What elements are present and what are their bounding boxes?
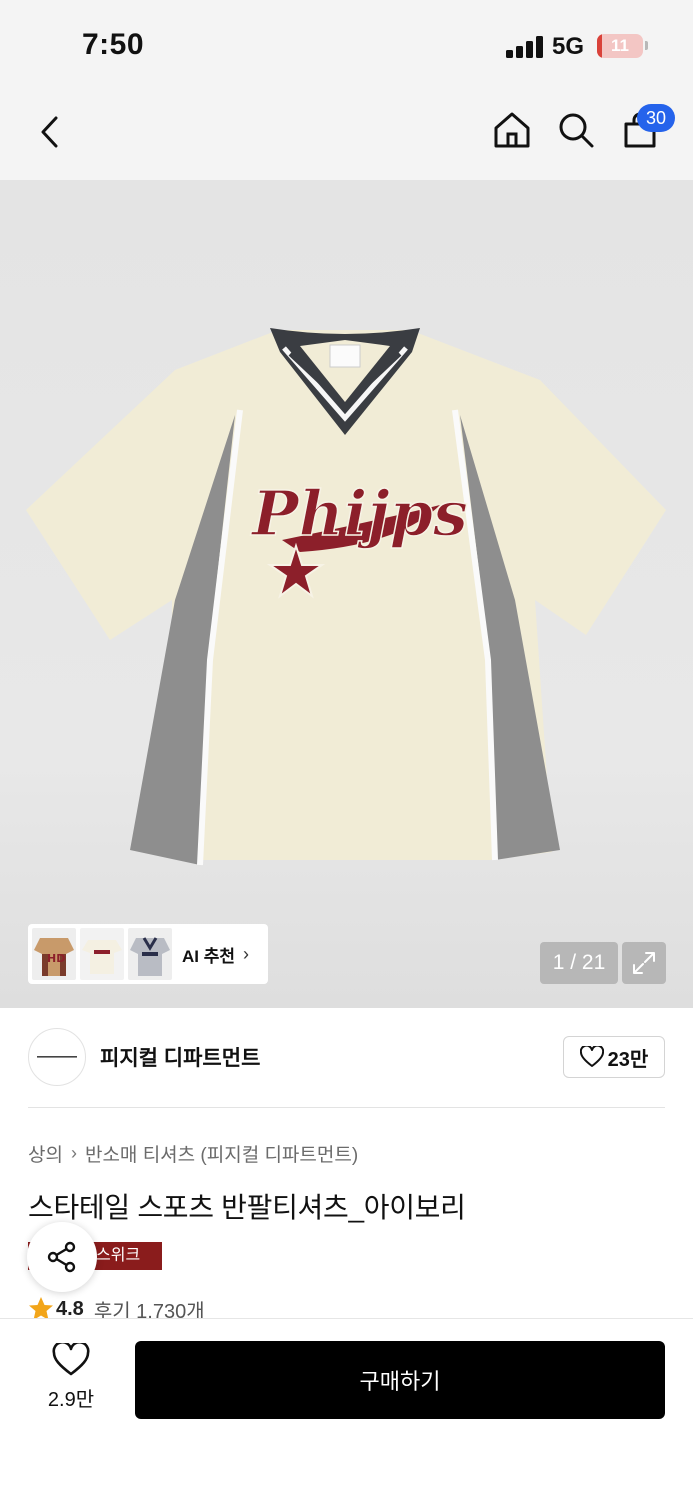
network-type: 5G (552, 33, 585, 60)
wishlist-button[interactable]: 2.9만 (36, 1343, 106, 1423)
brand-row[interactable]: 피지컬 디파트먼트 23만 (28, 1008, 665, 1108)
brand-like-count: 23만 (607, 1048, 649, 1071)
back-button[interactable] (26, 108, 74, 156)
buy-button[interactable]: 구매하기 (135, 1341, 665, 1419)
product-image-gallery[interactable]: Phijps HD AI 추천 › 1 / 21 (0, 180, 693, 1008)
share-icon (47, 1241, 76, 1273)
brand-logo-mark (37, 1056, 77, 1058)
battery-icon: 11 (597, 34, 643, 58)
expand-image-button[interactable] (622, 942, 666, 984)
chevron-right-icon: › (70, 1143, 77, 1163)
heart-icon (52, 1343, 90, 1376)
top-navigation (0, 90, 693, 180)
expand-icon (633, 952, 655, 974)
wishlist-count: 2.9만 (47, 1389, 95, 1411)
heart-icon (579, 1046, 604, 1067)
image-counter: 1 / 21 (540, 942, 618, 984)
chevron-right-icon: › (243, 943, 250, 964)
breadcrumb-subcategory[interactable]: 반소매 티셔츠 (피지컬 디파트먼트) (85, 1140, 358, 1167)
breadcrumb-category[interactable]: 상의 (28, 1140, 63, 1167)
brand-name[interactable]: 피지컬 디파트먼트 (100, 1042, 260, 1072)
brand-like-button[interactable]: 23만 (563, 1036, 665, 1078)
cellular-signal-icon (506, 36, 544, 58)
bottom-action-bar: 2.9만 구매하기 (0, 1318, 693, 1500)
cart-count-badge: 30 (637, 104, 675, 132)
ai-recommend-label: AI 추천 (182, 946, 236, 966)
recommend-thumbnail[interactable] (80, 928, 124, 980)
home-icon (494, 112, 530, 148)
svg-text:HD: HD (47, 952, 65, 965)
brand-logo[interactable] (28, 1028, 86, 1086)
search-button[interactable] (552, 106, 600, 154)
home-button[interactable] (488, 106, 536, 154)
shirt-print-text: Phijps (250, 477, 468, 550)
product-shirt-image: Phijps (26, 328, 666, 866)
recommend-thumbnail[interactable]: HD (32, 928, 76, 980)
battery-cap (645, 41, 648, 50)
product-title: 스타테일 스포츠 반팔티셔츠_아이보리 (28, 1192, 466, 1223)
share-button[interactable] (27, 1222, 97, 1292)
back-chevron-icon (41, 116, 58, 148)
breadcrumb: 상의 › 반소매 티셔츠 (피지컬 디파트먼트) (28, 1140, 358, 1167)
recommend-thumbnail[interactable] (128, 928, 172, 980)
status-bar: 7:50 5G 11 (0, 0, 693, 90)
search-icon (559, 113, 594, 148)
battery-level: 11 (611, 36, 629, 55)
ai-recommend-strip[interactable]: HD AI 추천 › (28, 924, 268, 984)
status-time: 7:50 (82, 28, 145, 61)
